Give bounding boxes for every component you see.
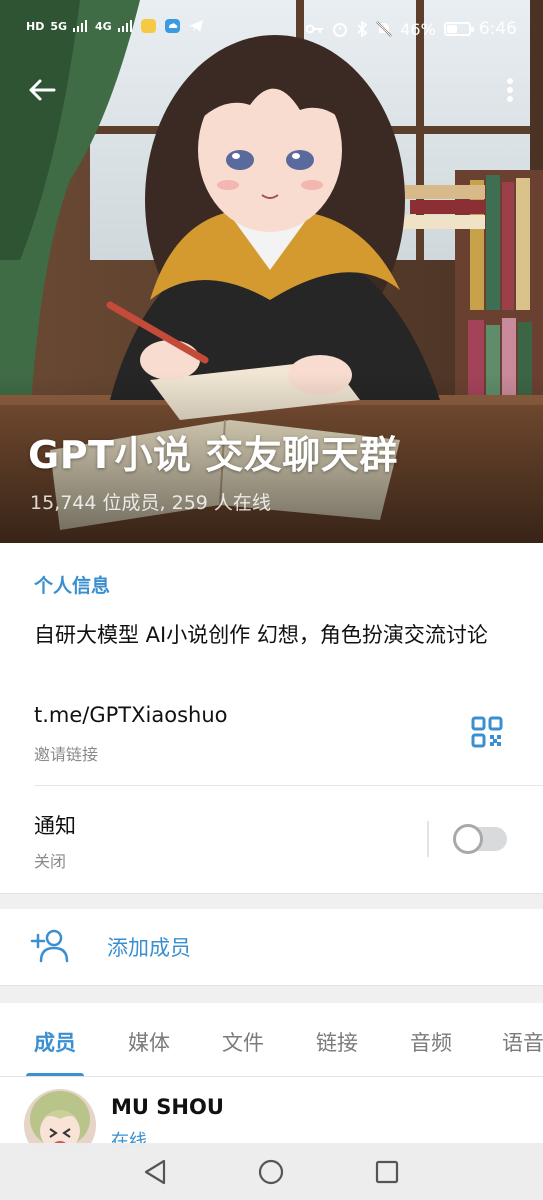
notifications-status: 关闭 — [34, 852, 67, 871]
key-icon — [306, 24, 324, 34]
network-hd-label: HD — [26, 19, 45, 33]
signal-icon — [73, 20, 88, 32]
signal-icon-2 — [117, 20, 132, 32]
media-tabs: 成员 媒体 文件 链接 音频 语音 — [0, 1003, 543, 1077]
tab-members[interactable]: 成员 — [34, 1027, 76, 1057]
back-triangle-icon[interactable] — [140, 1157, 170, 1187]
alarm-icon — [333, 23, 348, 37]
tab-links[interactable]: 链接 — [316, 1027, 358, 1057]
tab-voice[interactable]: 语音 — [502, 1027, 543, 1057]
recents-square-icon[interactable] — [372, 1157, 402, 1187]
group-member-count: 15,744 位成员, 259 人在线 — [30, 492, 271, 514]
info-section-title: 个人信息 — [34, 575, 111, 597]
group-title: GPT小说 交友聊天群 — [28, 433, 398, 477]
bluetooth-icon — [357, 21, 368, 37]
more-options-button[interactable] — [495, 70, 525, 110]
tab-files[interactable]: 文件 — [222, 1027, 264, 1057]
arrow-left-icon — [29, 79, 56, 101]
group-header: HD 5G 4G 46% 6:46 GPT小说 交友聊天群 15,744 位成员… — [0, 0, 543, 543]
status-left: HD 5G 4G — [26, 18, 204, 34]
network-4g-label: 4G — [95, 19, 112, 33]
vertical-divider — [427, 821, 429, 857]
qr-code-icon — [471, 716, 503, 748]
battery-percent: 46% — [400, 19, 436, 39]
back-button[interactable] — [22, 70, 62, 110]
home-circle-icon[interactable] — [256, 1157, 286, 1187]
member-name: MU SHOU — [111, 1095, 224, 1119]
system-nav-bar — [0, 1143, 543, 1200]
notifications-label: 通知 — [34, 814, 76, 838]
section-gap — [0, 985, 543, 1003]
battery-icon — [443, 22, 474, 36]
status-right: 46% 6:46 — [306, 19, 517, 39]
status-time: 6:46 — [478, 19, 517, 39]
more-vertical-icon — [507, 78, 513, 102]
invite-link[interactable]: t.me/GPTXiaoshuo — [34, 703, 227, 727]
add-member-label: 添加成员 — [107, 936, 191, 960]
toggle-knob — [453, 824, 483, 854]
member-list-item[interactable]: MU SHOU 在线 — [0, 1077, 543, 1153]
network-5g-label: 5G — [50, 19, 68, 33]
cloud-icon — [164, 19, 180, 33]
section-gap — [0, 893, 543, 909]
divider — [34, 785, 543, 786]
status-bar: HD 5G 4G 46% 6:46 — [0, 0, 543, 60]
tab-media[interactable]: 媒体 — [128, 1027, 170, 1057]
qr-code-button[interactable] — [470, 715, 504, 749]
group-info-section: 个人信息 自研大模型 AI小说创作 幻想，角色扮演交流讨论 t.me/GPTXi… — [0, 543, 543, 893]
notifications-toggle[interactable] — [453, 824, 507, 854]
add-person-icon — [30, 929, 69, 963]
add-member-button[interactable]: 添加成员 — [0, 909, 543, 985]
app-notification-icon — [140, 19, 156, 33]
telegram-icon — [188, 20, 203, 32]
invite-link-label: 邀请链接 — [34, 745, 99, 764]
mute-bell-icon — [376, 21, 392, 37]
group-description: 自研大模型 AI小说创作 幻想，角色扮演交流讨论 — [34, 623, 488, 647]
tab-audio[interactable]: 音频 — [410, 1027, 452, 1057]
battery-fill — [446, 25, 457, 33]
